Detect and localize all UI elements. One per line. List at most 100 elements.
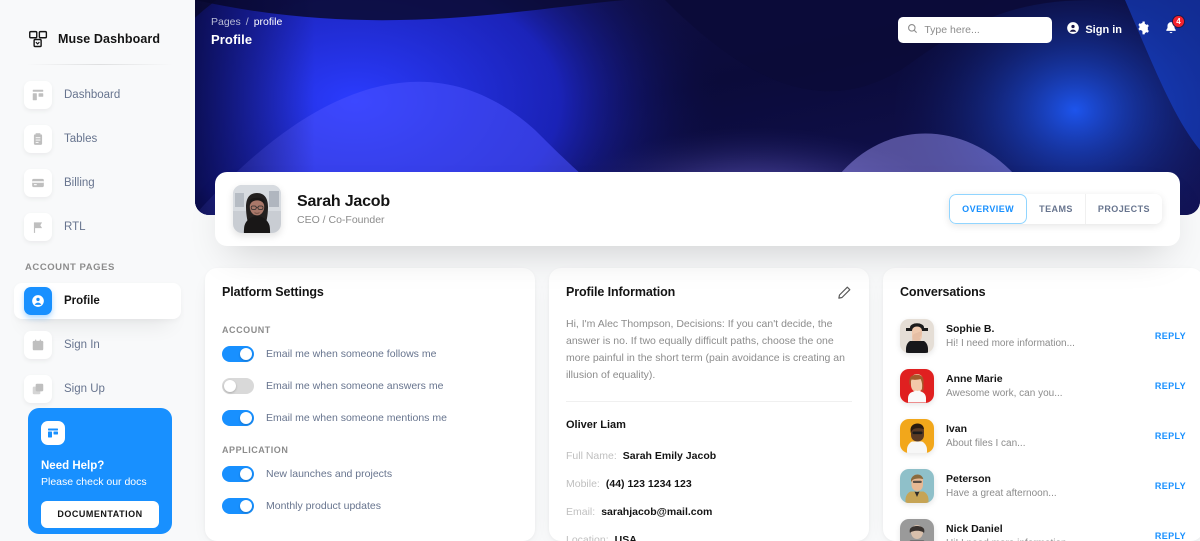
reply-button[interactable]: REPLY [1155,531,1186,541]
dashboard-icon [24,81,52,109]
help-card: Need Help? Please check our docs DOCUMEN… [28,408,172,534]
top-bar: Pages / profile Profile Sign i [195,0,1200,58]
conversation-message: Have a great afternoon... [946,488,1057,499]
top-bar-actions: Sign in 4 [898,14,1185,43]
avatar[interactable] [233,185,281,233]
sidebar-item-label: Tables [64,133,98,145]
platform-settings-title: Platform Settings [222,285,324,299]
signup-icon [24,375,52,403]
profile-subname: Oliver Liam [566,419,626,431]
toggle-answers-me[interactable] [222,378,254,394]
brand[interactable]: Muse Dashboard [0,0,195,58]
toggle-knob [224,380,236,392]
help-card-icon [41,421,65,445]
search-box[interactable] [898,17,1053,43]
sidebar-item-tables[interactable]: Tables [14,121,181,157]
sidebar-item-dashboard[interactable]: Dashboard [14,77,181,113]
search-icon [907,21,918,39]
content-cards-row: Platform Settings ACCOUNT Email me when … [195,268,1200,541]
profile-header-card: Sarah Jacob CEO / Co-Founder OVERVIEW TE… [215,172,1180,246]
sidebar-item-sign-up[interactable]: Sign Up [14,371,181,407]
profile-tabs: OVERVIEW TEAMS PROJECTS [949,194,1162,224]
list-item[interactable]: Nick Daniel Hi! I need more information.… [900,519,1186,541]
conversation-text: Anne Marie Awesome work, can you... [946,373,1143,399]
sidebar-item-label: Dashboard [64,89,121,101]
tab-projects[interactable]: PROJECTS [1085,194,1162,224]
sidebar-item-label: Billing [64,177,95,189]
sidebar-item-billing[interactable]: Billing [14,165,181,201]
field-value: sarahjacob@mail.com [601,506,713,518]
conversation-name: Ivan [946,423,968,435]
breadcrumb-root[interactable]: Pages [211,16,241,28]
list-item[interactable]: Peterson Have a great afternoon... REPLY [900,469,1186,503]
flag-icon [24,213,52,241]
conversations-card: Conversations Sophie B. Hi! I need more … [883,268,1200,541]
reply-button[interactable]: REPLY [1155,331,1186,341]
list-item[interactable]: Sophie B. Hi! I need more information...… [900,319,1186,353]
toggle-mentions-me[interactable] [222,410,254,426]
gear-icon [1136,21,1150,40]
platform-settings-card: Platform Settings ACCOUNT Email me when … [205,268,535,541]
muse-logo-icon [28,29,49,50]
reply-button[interactable]: REPLY [1155,431,1186,441]
conversation-name: Peterson [946,473,991,485]
setting-label: Email me when someone follows me [266,348,437,360]
sidebar-item-profile[interactable]: Profile [14,283,181,319]
list-item[interactable]: Ivan About files I can... REPLY [900,419,1186,453]
conversation-message: About files I can... [946,438,1026,449]
toggle-knob [240,348,252,360]
field-key: Full Name: [566,450,617,462]
billing-icon [24,169,52,197]
sarah-jacob-avatar-graphic [233,185,281,233]
reply-button[interactable]: REPLY [1155,481,1186,491]
settings-button[interactable] [1136,21,1150,40]
avatar [900,419,934,453]
setting-label: Email me when someone answers me [266,380,444,392]
setting-label: Monthly product updates [266,500,381,512]
sidebar-item-sign-in[interactable]: Sign In [14,327,181,363]
toggle-new-launches[interactable] [222,466,254,482]
page-title: Profile [211,32,253,47]
app-root: Muse Dashboard Dashboard Tables Billing … [0,0,1200,541]
sidebar-item-label: Sign Up [64,383,105,395]
conversation-message: Hi! I need more information... [946,338,1075,349]
sign-in-button[interactable]: Sign in [1066,21,1122,40]
notifications-button[interactable]: 4 [1164,14,1185,40]
conversation-text: Ivan About files I can... [946,423,1143,449]
profile-divider [566,401,852,402]
list-item[interactable]: Anne Marie Awesome work, can you... REPL… [900,369,1186,403]
breadcrumb: Pages / profile [211,16,282,28]
tab-overview[interactable]: OVERVIEW [949,194,1028,224]
sidebar-item-label: Sign In [64,339,100,351]
reply-button[interactable]: REPLY [1155,381,1186,391]
user-circle-icon [1066,21,1080,40]
profile-field-list: Full Name: Sarah Emily Jacob Mobile: (44… [566,450,852,541]
field-value: Sarah Emily Jacob [622,450,717,462]
conversations-title: Conversations [900,285,986,299]
profile-meta: Sarah Jacob CEO / Co-Founder [297,193,390,226]
setting-row: Email me when someone mentions me [222,410,518,426]
sidebar-section-label: ACCOUNT PAGES [25,262,115,273]
setting-row: New launches and projects [222,466,518,482]
profile-role: CEO / Co-Founder [297,213,385,226]
help-card-title: Need Help? [41,460,105,472]
tab-teams[interactable]: TEAMS [1027,194,1086,224]
conversation-text: Peterson Have a great afternoon... [946,473,1143,499]
toggle-monthly-updates[interactable] [222,498,254,514]
profile-field-location: Location: USA [566,534,852,541]
pencil-icon[interactable] [837,285,852,300]
profile-bio: Hi, I'm Alec Thompson, Decisions: If you… [566,318,845,381]
breadcrumb-block: Pages / profile Profile [211,16,282,47]
sidebar-item-label: Profile [64,295,100,307]
settings-group-account-label: ACCOUNT [222,325,271,335]
avatar [900,319,934,353]
toggle-follows-me[interactable] [222,346,254,362]
avatar [900,519,934,541]
sidebar-item-label: RTL [64,221,86,233]
search-input[interactable] [924,24,1044,36]
sidebar-item-rtl[interactable]: RTL [14,209,181,245]
toggle-knob [240,412,252,424]
documentation-button[interactable]: DOCUMENTATION [41,500,159,528]
profile-icon [24,287,52,315]
breadcrumb-current[interactable]: profile [254,16,283,28]
